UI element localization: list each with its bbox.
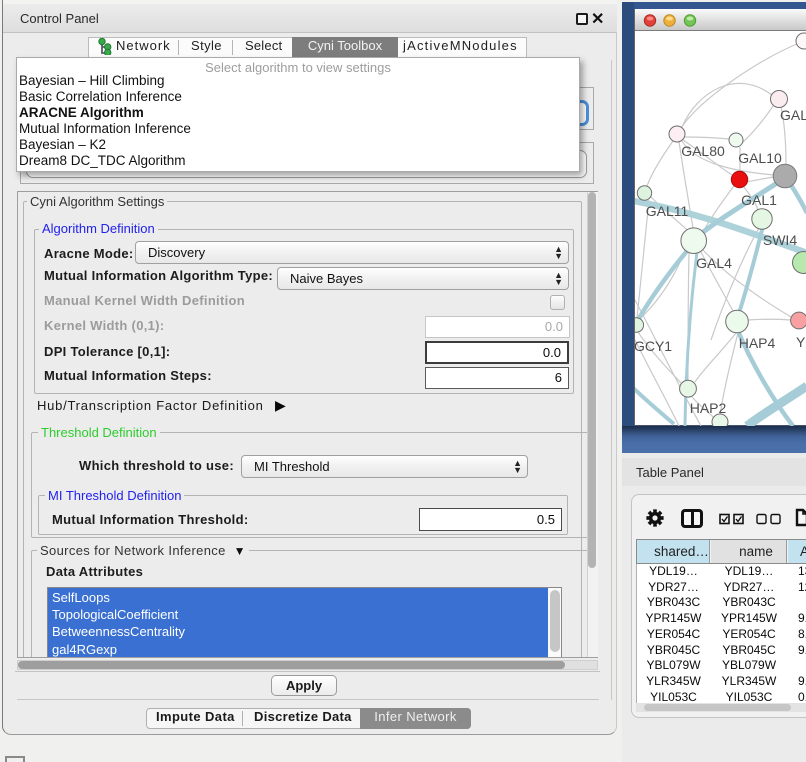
svg-text:GAL1: GAL1: [741, 192, 777, 208]
svg-text:GAL10: GAL10: [738, 150, 782, 166]
svg-text:SWI4: SWI4: [763, 232, 797, 248]
svg-text:GAL: GAL: [780, 107, 806, 123]
svg-text:Y: Y: [796, 334, 806, 350]
svg-text:GAL11: GAL11: [646, 203, 689, 219]
svg-text:GCY1: GCY1: [635, 338, 672, 354]
svg-text:GAL80: GAL80: [681, 143, 725, 159]
svg-text:GAL4: GAL4: [696, 255, 732, 271]
svg-text:HAP2: HAP2: [690, 400, 727, 416]
svg-text:HAP4: HAP4: [739, 335, 776, 351]
